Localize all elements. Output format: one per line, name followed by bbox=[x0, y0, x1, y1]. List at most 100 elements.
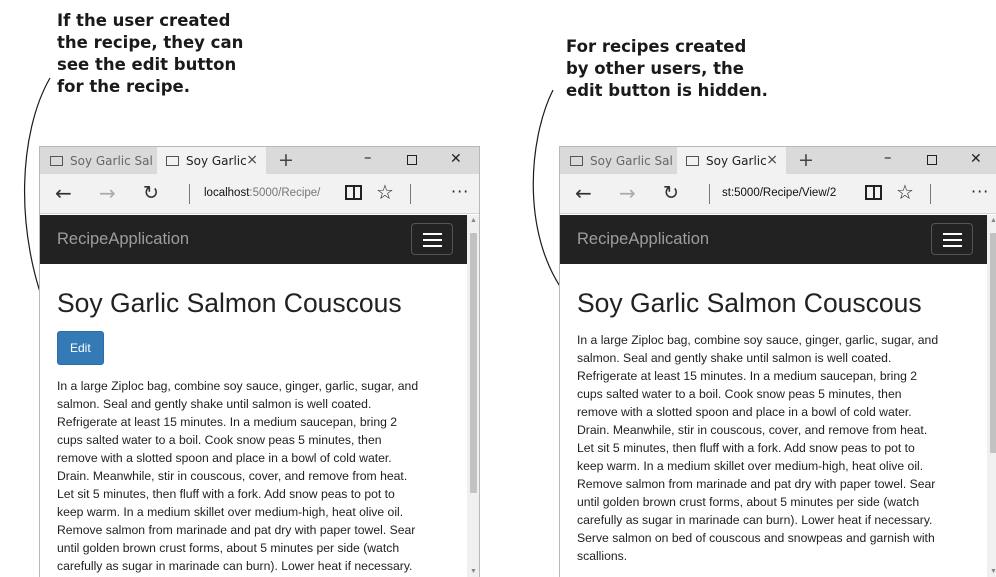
hamburger-bar bbox=[423, 245, 442, 247]
refresh-icon[interactable]: ↻ bbox=[143, 182, 159, 204]
callout-line: see the edit button bbox=[57, 55, 237, 74]
url-field[interactable]: st:5000/Recipe/View/2 bbox=[722, 187, 850, 199]
divider bbox=[189, 184, 190, 204]
vertical-scrollbar[interactable]: ▲ ▼ bbox=[467, 215, 479, 577]
scrollbar-thumb[interactable] bbox=[990, 233, 996, 453]
instruction-line: Refrigerate at least 15 minutes. In a me… bbox=[57, 415, 398, 429]
instruction-line: Remove salmon from marinade and pat dry … bbox=[57, 523, 416, 537]
callout-line: by other users, the bbox=[566, 59, 744, 78]
instruction-line: Drain. Meanwhile, stir in couscous, cove… bbox=[577, 423, 928, 437]
scroll-up-icon[interactable]: ▲ bbox=[990, 217, 996, 224]
scrollbar-thumb[interactable] bbox=[470, 233, 477, 493]
brand-link[interactable]: RecipeApplication bbox=[57, 230, 189, 249]
hamburger-bar bbox=[943, 239, 962, 241]
instruction-line: salmon. Seal and gently shake until salm… bbox=[577, 351, 892, 365]
url-host: localhost bbox=[204, 187, 250, 199]
edit-button[interactable]: Edit bbox=[57, 331, 104, 365]
back-icon[interactable]: ← bbox=[55, 181, 72, 205]
minimize-icon[interactable]: – bbox=[364, 148, 372, 166]
callout-line: For recipes created bbox=[566, 37, 747, 56]
instruction-line: In a large Ziploc bag, combine soy sauce… bbox=[577, 333, 939, 347]
tab-title: Soy Garlic bbox=[706, 153, 767, 168]
tab-icon bbox=[570, 155, 583, 166]
instruction-line: Refrigerate at least 15 minutes. In a me… bbox=[577, 369, 918, 383]
instruction-line: carefully as sugar in marinade can burn)… bbox=[577, 513, 933, 527]
tab-inactive[interactable]: Soy Garlic Sal bbox=[560, 147, 677, 174]
close-tab-icon[interactable]: × bbox=[766, 152, 778, 168]
divider bbox=[410, 184, 411, 204]
page-viewport: RecipeApplication Soy Garlic Salmon Cous… bbox=[560, 215, 996, 577]
url-path: :5000/Recipe/ bbox=[249, 187, 321, 199]
instruction-line: Remove salmon from marinade and pat dry … bbox=[577, 477, 936, 491]
instruction-line: remove with a slotted spoon and place in… bbox=[57, 451, 392, 465]
instruction-line: until golden brown crust forms, about 5 … bbox=[57, 541, 400, 555]
forward-icon[interactable]: → bbox=[99, 181, 116, 205]
url-field[interactable]: localhost:5000/Recipe/ bbox=[204, 187, 328, 199]
instruction-line: scallions. bbox=[577, 549, 628, 563]
tab-inactive[interactable]: Soy Garlic Sal bbox=[40, 147, 157, 174]
vertical-scrollbar[interactable]: ▲ ▼ bbox=[987, 215, 996, 577]
more-options-icon[interactable]: ··· bbox=[451, 182, 469, 201]
favorite-star-icon[interactable]: ☆ bbox=[376, 180, 394, 204]
tab-title: Soy Garlic bbox=[186, 153, 247, 168]
instruction-line: keep warm. In a medium skillet over medi… bbox=[577, 459, 924, 473]
instruction-line: Drain. Meanwhile, stir in couscous, cove… bbox=[57, 469, 408, 483]
callout-line: the recipe, they can bbox=[57, 33, 244, 52]
close-window-icon[interactable]: ✕ bbox=[970, 151, 982, 167]
recipe-instructions: In a large Ziploc bag, combine soy sauce… bbox=[577, 331, 982, 565]
recipe-title: Soy Garlic Salmon Couscous bbox=[577, 288, 922, 318]
instruction-line: cups salted water to a boil. Cook snow p… bbox=[57, 433, 382, 447]
new-tab-icon[interactable]: + bbox=[798, 149, 814, 171]
app-navbar: RecipeApplication bbox=[560, 215, 996, 264]
tab-icon bbox=[166, 155, 179, 166]
recipe-title: Soy Garlic Salmon Couscous bbox=[57, 288, 402, 318]
tab-icon bbox=[686, 155, 699, 166]
tab-title: Soy Garlic Sal bbox=[70, 153, 153, 168]
back-icon[interactable]: ← bbox=[575, 181, 592, 205]
maximize-icon[interactable] bbox=[407, 155, 417, 165]
menu-toggle-button[interactable] bbox=[411, 223, 453, 255]
instruction-line: In a large Ziploc bag, combine soy sauce… bbox=[57, 379, 419, 393]
instruction-line: Let sit 5 minutes, then fluff with a for… bbox=[577, 441, 915, 455]
instruction-line: carefully as sugar in marinade can burn)… bbox=[57, 559, 413, 573]
hamburger-bar bbox=[943, 233, 962, 235]
close-window-icon[interactable]: ✕ bbox=[450, 151, 462, 167]
instruction-line: until golden brown crust forms, about 5 … bbox=[577, 495, 920, 509]
forward-icon[interactable]: → bbox=[619, 181, 636, 205]
callout-line: If the user created bbox=[57, 11, 231, 30]
more-options-icon[interactable]: ··· bbox=[971, 182, 989, 201]
tab-active[interactable]: Soy Garlic × bbox=[157, 147, 266, 174]
recipe-instructions: In a large Ziploc bag, combine soy sauce… bbox=[57, 377, 462, 575]
scroll-down-icon[interactable]: ▼ bbox=[470, 568, 477, 575]
callout-line: edit button is hidden. bbox=[566, 81, 768, 100]
close-tab-icon[interactable]: × bbox=[246, 152, 258, 168]
instruction-line: salmon. Seal and gently shake until salm… bbox=[57, 397, 372, 411]
maximize-icon[interactable] bbox=[927, 155, 937, 165]
instruction-line: cups salted water to a boil. Cook snow p… bbox=[577, 387, 902, 401]
reading-view-icon[interactable] bbox=[345, 185, 362, 200]
tab-active[interactable]: Soy Garlic × bbox=[677, 147, 786, 174]
new-tab-icon[interactable]: + bbox=[278, 149, 294, 171]
app-navbar: RecipeApplication bbox=[40, 215, 479, 264]
page-viewport: RecipeApplication Soy Garlic Salmon Cous… bbox=[40, 215, 479, 577]
menu-toggle-button[interactable] bbox=[931, 223, 973, 255]
recipe-content: Soy Garlic Salmon Couscous Edit In a lar… bbox=[57, 264, 462, 575]
callout-right: For recipes created by other users, the … bbox=[566, 36, 768, 102]
hamburger-bar bbox=[423, 239, 442, 241]
favorite-star-icon[interactable]: ☆ bbox=[896, 180, 914, 204]
scroll-down-icon[interactable]: ▼ bbox=[990, 568, 996, 575]
minimize-icon[interactable]: – bbox=[884, 148, 892, 166]
address-bar: ← → ↻ st:5000/Recipe/View/2 ☆ ··· bbox=[560, 174, 996, 214]
tab-bar: Soy Garlic Sal Soy Garlic × + – ✕ bbox=[560, 147, 996, 174]
divider bbox=[930, 184, 931, 204]
instruction-line: keep warm. In a medium skillet over medi… bbox=[57, 505, 404, 519]
refresh-icon[interactable]: ↻ bbox=[663, 182, 679, 204]
reading-view-icon[interactable] bbox=[865, 185, 882, 200]
browser-window-right: Soy Garlic Sal Soy Garlic × + – ✕ ← → ↻ … bbox=[559, 146, 996, 577]
brand-link[interactable]: RecipeApplication bbox=[577, 230, 709, 249]
callout-line: for the recipe. bbox=[57, 77, 190, 96]
url-path: st:5000/Recipe/View/2 bbox=[722, 187, 837, 199]
instruction-line: remove with a slotted spoon and place in… bbox=[577, 405, 912, 419]
scroll-up-icon[interactable]: ▲ bbox=[470, 217, 477, 224]
instruction-line: Serve salmon on bed of couscous and snow… bbox=[577, 531, 935, 545]
